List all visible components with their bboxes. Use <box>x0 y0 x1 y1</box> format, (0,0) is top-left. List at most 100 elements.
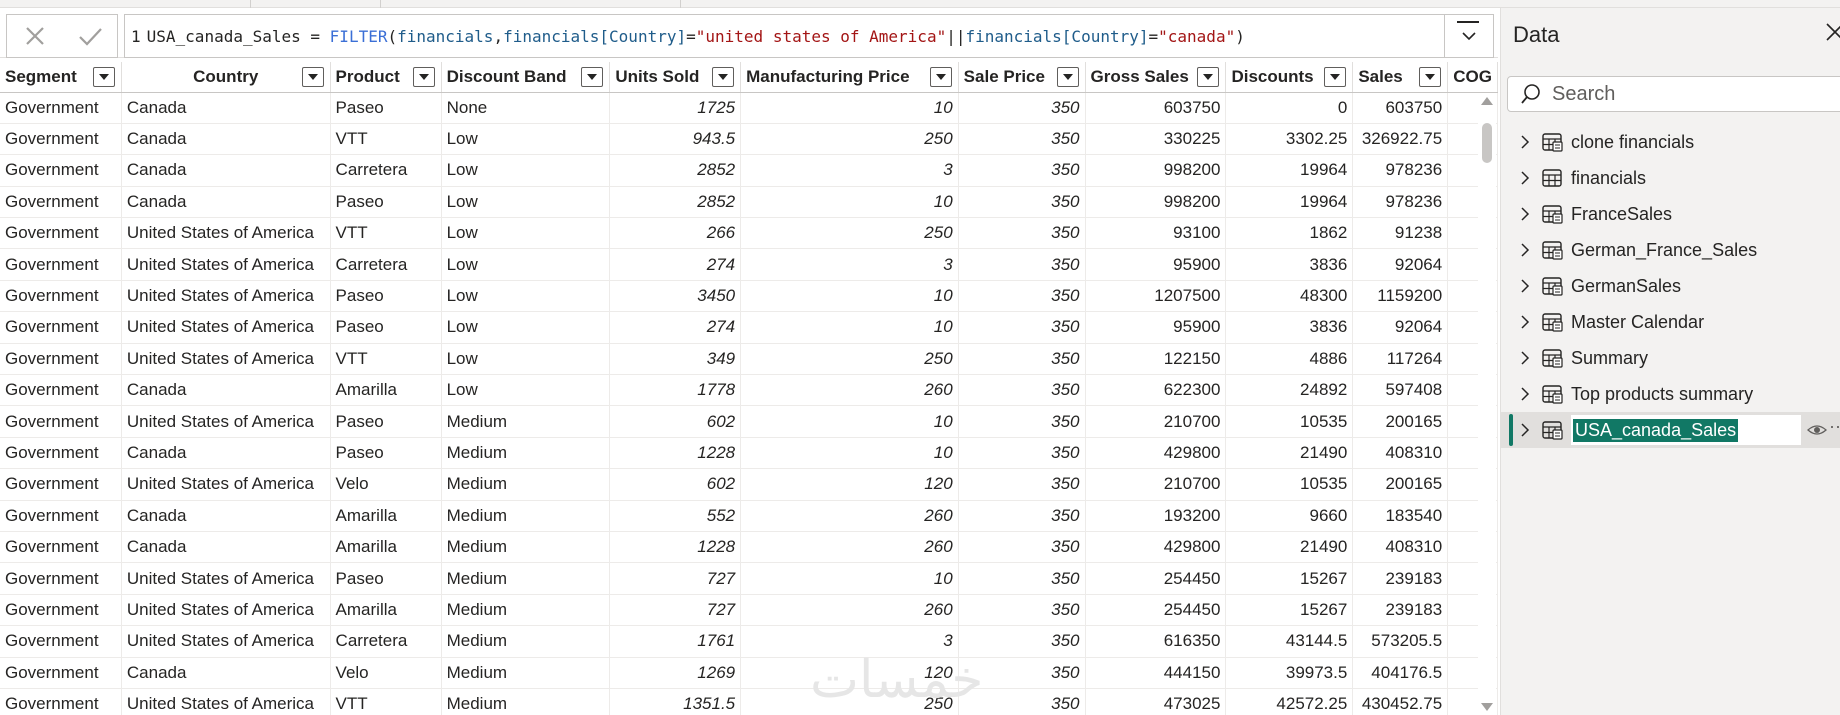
table-cell[interactable]: 430452.75 <box>1352 688 1449 715</box>
scroll-thumb[interactable] <box>1482 123 1492 163</box>
table-cell[interactable]: 117264 <box>1352 343 1449 376</box>
table-cell[interactable]: 350 <box>958 311 1086 344</box>
table-cell[interactable]: United States of America <box>121 468 331 501</box>
table-cell[interactable]: United States of America <box>121 594 331 627</box>
chevron-right-icon[interactable] <box>1517 206 1533 222</box>
table-cell[interactable]: 330225 <box>1085 123 1227 156</box>
table-cell[interactable]: Government <box>0 437 122 470</box>
column-header[interactable]: COG <box>1447 62 1498 93</box>
table-item[interactable]: financials <box>1501 160 1840 196</box>
dax-formula-input[interactable]: 1 USA_canada_Sales = FILTER(financials,fi… <box>124 14 1444 58</box>
table-cell[interactable]: 350 <box>958 217 1086 250</box>
table-cell[interactable]: Low <box>441 374 611 407</box>
more-options-icon[interactable]: ··· <box>1829 416 1840 437</box>
table-cell[interactable]: VTT <box>330 343 442 376</box>
table-cell[interactable]: 350 <box>958 531 1086 564</box>
column-header[interactable]: Segment <box>0 62 122 93</box>
table-cell[interactable]: 250 <box>740 217 959 250</box>
table-cell[interactable]: Government <box>0 343 122 376</box>
table-cell[interactable]: 92064 <box>1352 311 1449 344</box>
table-cell[interactable]: Government <box>0 468 122 501</box>
chevron-right-icon[interactable] <box>1517 350 1533 366</box>
table-cell[interactable]: Medium <box>441 625 611 658</box>
table-cell[interactable]: Government <box>0 562 122 595</box>
table-cell[interactable]: Velo <box>330 657 442 689</box>
table-cell[interactable]: 350 <box>958 594 1086 627</box>
table-cell[interactable]: Medium <box>441 594 611 627</box>
table-cell[interactable]: Medium <box>441 562 611 595</box>
chevron-right-icon[interactable] <box>1517 242 1533 258</box>
table-cell[interactable]: 10 <box>740 92 959 124</box>
table-cell[interactable]: 91238 <box>1352 217 1449 250</box>
table-cell[interactable]: 120 <box>740 657 959 689</box>
table-cell[interactable]: Paseo <box>330 186 442 219</box>
table-cell[interactable]: 1207500 <box>1085 280 1227 313</box>
table-cell[interactable]: 10 <box>740 311 959 344</box>
close-x-icon[interactable] <box>20 21 50 51</box>
table-item[interactable]: clone financials <box>1501 124 1840 160</box>
filter-dropdown-icon[interactable] <box>712 67 735 87</box>
table-cell[interactable]: VTT <box>330 217 442 250</box>
table-cell[interactable]: 120 <box>740 468 959 501</box>
table-cell[interactable]: Government <box>0 594 122 627</box>
column-header[interactable]: Gross Sales <box>1085 62 1227 93</box>
table-cell[interactable]: 3836 <box>1225 248 1354 281</box>
table-cell[interactable]: 43144.5 <box>1225 625 1354 658</box>
table-cell[interactable]: 408310 <box>1352 531 1449 564</box>
table-cell[interactable]: 350 <box>958 468 1086 501</box>
table-cell[interactable]: Low <box>441 248 611 281</box>
table-cell[interactable]: 998200 <box>1085 186 1227 219</box>
table-cell[interactable]: 408310 <box>1352 437 1449 470</box>
table-cell[interactable]: Government <box>0 625 122 658</box>
table-cell[interactable]: 350 <box>958 92 1086 124</box>
table-cell[interactable]: 602 <box>609 468 742 501</box>
table-cell[interactable]: 274 <box>609 311 742 344</box>
table-cell[interactable]: 48300 <box>1225 280 1354 313</box>
table-cell[interactable]: 274 <box>609 248 742 281</box>
table-cell[interactable]: Medium <box>441 688 611 715</box>
table-cell[interactable]: 350 <box>958 248 1086 281</box>
table-cell[interactable]: 350 <box>958 688 1086 715</box>
table-cell[interactable]: Canada <box>121 437 331 470</box>
table-cell[interactable]: 210700 <box>1085 468 1227 501</box>
check-icon[interactable] <box>75 21 105 51</box>
table-cell[interactable]: 2852 <box>609 154 742 187</box>
column-header[interactable]: Product <box>330 62 442 93</box>
table-cell[interactable]: 573205.5 <box>1352 625 1449 658</box>
table-cell[interactable]: 183540 <box>1352 500 1449 532</box>
table-cell[interactable]: 239183 <box>1352 594 1449 627</box>
table-cell[interactable]: 978236 <box>1352 186 1449 219</box>
table-cell[interactable]: 10 <box>740 280 959 313</box>
table-item-label-text[interactable]: USA_canada_Sales <box>1573 418 1739 442</box>
table-cell[interactable]: Government <box>0 217 122 250</box>
table-cell[interactable]: Velo <box>330 468 442 501</box>
table-cell[interactable]: 3 <box>740 248 959 281</box>
table-item[interactable]: Summary <box>1501 340 1840 376</box>
table-cell[interactable]: 616350 <box>1085 625 1227 658</box>
filter-dropdown-icon[interactable] <box>581 67 604 87</box>
table-cell[interactable]: Paseo <box>330 280 442 313</box>
table-cell[interactable]: United States of America <box>121 625 331 658</box>
chevron-right-icon[interactable] <box>1517 386 1533 402</box>
table-cell[interactable]: Government <box>0 500 122 532</box>
table-cell[interactable]: 349 <box>609 343 742 376</box>
table-cell[interactable]: Carretera <box>330 625 442 658</box>
table-cell[interactable]: 1159200 <box>1352 280 1449 313</box>
table-cell[interactable]: 260 <box>740 594 959 627</box>
table-cell[interactable]: 444150 <box>1085 657 1227 689</box>
table-cell[interactable]: 326922.75 <box>1352 123 1449 156</box>
column-header[interactable]: Discounts <box>1225 62 1354 93</box>
column-header[interactable]: Units Sold <box>609 62 742 93</box>
table-cell[interactable]: 3450 <box>609 280 742 313</box>
table-cell[interactable]: 350 <box>958 154 1086 187</box>
table-cell[interactable]: 10535 <box>1225 468 1354 501</box>
table-cell[interactable]: 266 <box>609 217 742 250</box>
table-cell[interactable]: 15267 <box>1225 562 1354 595</box>
table-cell[interactable]: 200165 <box>1352 405 1449 438</box>
table-cell[interactable]: Amarilla <box>330 500 442 532</box>
table-cell[interactable]: United States of America <box>121 562 331 595</box>
table-cell[interactable]: 250 <box>740 688 959 715</box>
table-cell[interactable]: 350 <box>958 374 1086 407</box>
chevron-right-icon[interactable] <box>1517 278 1533 294</box>
vertical-scrollbar[interactable] <box>1478 95 1496 715</box>
